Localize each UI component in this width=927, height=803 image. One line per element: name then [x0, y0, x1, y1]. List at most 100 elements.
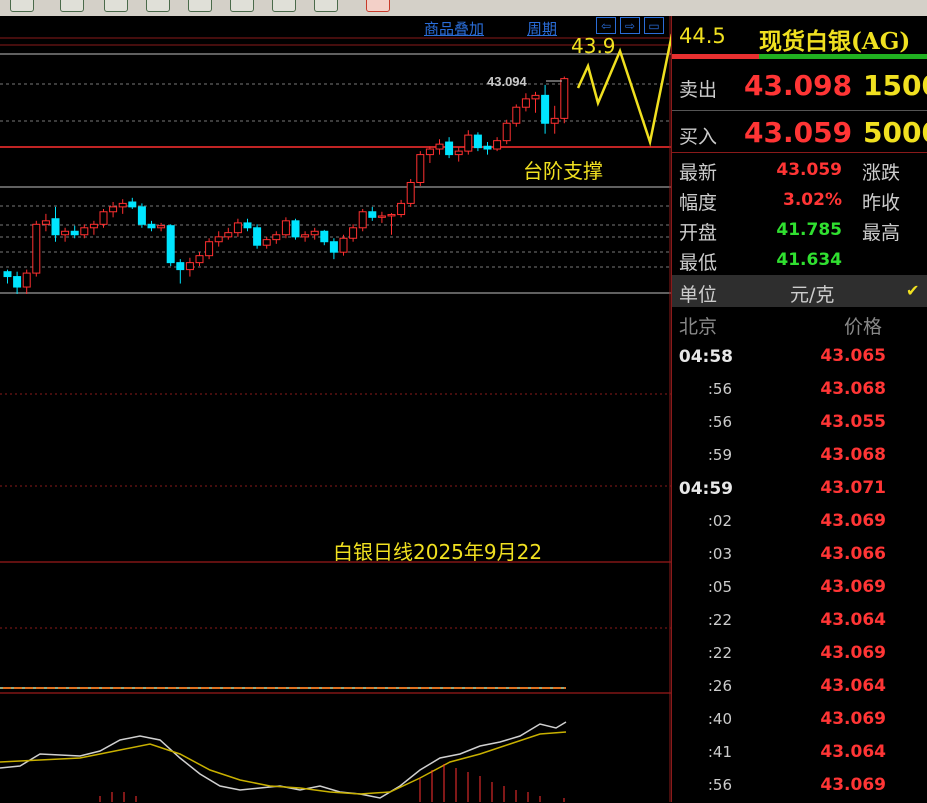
candle-body [243, 222, 252, 229]
tick-time: :56 [707, 776, 732, 794]
candle-body [147, 223, 156, 229]
check-icon[interactable]: ✔ [906, 281, 919, 300]
tick-price: 43.066 [820, 544, 886, 564]
quote-panel: 现货白银(AG) 44.5 卖出 43.098 1500 买入 43.059 5… [671, 16, 927, 802]
tick-price: 43.069 [820, 511, 886, 531]
latest-label: 最新 [679, 162, 718, 184]
tick-time: :56 [707, 380, 732, 398]
candle-body [205, 241, 214, 257]
toolbar-button-3[interactable] [104, 0, 128, 12]
candle-body [416, 154, 425, 183]
tick-row: 04:58 43.065 [672, 341, 927, 374]
candle-body [281, 220, 290, 236]
toolbar-button-1[interactable] [10, 0, 34, 12]
candle-body [387, 214, 396, 217]
tick-price: 43.069 [820, 643, 886, 663]
candle-body [531, 94, 540, 100]
candle-body [320, 230, 329, 243]
annotation-peak-left: 43.9 [571, 34, 616, 58]
layout-button[interactable]: ▭ [644, 17, 664, 34]
candle-body [291, 220, 300, 238]
candle-body [502, 122, 511, 142]
change-label: 涨跌 [862, 162, 901, 184]
candle-body [473, 134, 482, 149]
toolbar-button-5[interactable] [188, 0, 212, 12]
toolbar-button-red[interactable] [366, 0, 390, 12]
candle-body [301, 234, 310, 238]
ask-volume: 1500 [863, 69, 927, 102]
candle-body [99, 211, 108, 225]
candle-body [128, 201, 137, 208]
unit-value: 元/克 [790, 284, 835, 306]
tick-time: :22 [707, 644, 732, 662]
candle-body [214, 236, 223, 243]
candle-body [166, 225, 175, 264]
tick-time: :56 [707, 413, 732, 431]
candle-body [349, 227, 358, 239]
tick-row: :41 43.064 [672, 737, 927, 770]
macd-histogram [99, 764, 565, 802]
candle-body [425, 148, 434, 156]
nav-right-button[interactable]: ⇨ [620, 17, 640, 34]
candle-body [541, 94, 550, 124]
tick-time: :59 [707, 446, 732, 464]
candle-body [80, 227, 89, 236]
candle-body [176, 262, 185, 271]
candle-body [195, 255, 204, 264]
candle-body [483, 145, 492, 150]
toolbar-button-7[interactable] [272, 0, 296, 12]
tick-header-price: 价格 [844, 316, 883, 338]
annotation-support: 台阶支撑 [523, 159, 603, 183]
instrument-title: 现货白银(AG) [759, 28, 911, 55]
candle-body [560, 78, 569, 119]
unit-label: 单位 [679, 284, 718, 306]
low-value: 41.634 [776, 250, 842, 270]
tick-header: 北京 价格 [672, 312, 927, 338]
open-label: 开盘 [679, 222, 718, 244]
ma-line-slow [0, 731, 567, 795]
overlay-menu[interactable]: 商品叠加 [424, 18, 484, 39]
candle-body [454, 150, 463, 156]
candle-body [51, 218, 60, 236]
tick-price: 43.069 [820, 709, 886, 729]
annotation-caption: 白银日线2025年9月22 [333, 540, 543, 564]
tick-row: 04:59 43.071 [672, 473, 927, 506]
period-menu[interactable]: 周期 [527, 18, 557, 39]
tick-row: :02 43.069 [672, 506, 927, 539]
candle-body [118, 202, 127, 208]
tick-price: 43.064 [820, 676, 886, 696]
candle-body [521, 98, 530, 108]
candle-body [137, 206, 146, 225]
candle-body [3, 271, 12, 278]
candlestick-chart[interactable]: 43.094 [0, 16, 671, 802]
tick-price: 43.069 [820, 577, 886, 597]
candle-body [185, 262, 194, 271]
tick-row: :05 43.069 [672, 572, 927, 605]
candle-body [13, 276, 22, 288]
orderbook-divider [672, 110, 927, 111]
bid-row[interactable]: 买入 43.059 5000 [672, 116, 927, 149]
candle-body [310, 230, 319, 236]
toolbar-button-2[interactable] [60, 0, 84, 12]
toolbar-button-4[interactable] [146, 0, 170, 12]
toolbar-button-6[interactable] [230, 0, 254, 12]
high-label: 最高 [862, 222, 901, 244]
tick-row: :03 43.066 [672, 539, 927, 572]
nav-left-button[interactable]: ⇦ [596, 17, 616, 34]
tick-time: :26 [707, 677, 732, 695]
toolbar-button-8[interactable] [314, 0, 338, 12]
bid-volume: 5000 [863, 116, 927, 149]
tick-time: :22 [707, 611, 732, 629]
unit-row[interactable]: 单位 元/克 ✔ [672, 275, 927, 307]
bid-label: 买入 [679, 126, 718, 148]
candle-body [358, 211, 367, 229]
tick-price: 43.055 [820, 412, 886, 432]
range-label: 幅度 [679, 192, 718, 214]
candle-body [493, 140, 502, 150]
low-label: 最低 [679, 252, 718, 274]
prevclose-label: 昨收 [862, 192, 901, 214]
candle-body [224, 232, 233, 238]
tick-price: 43.065 [820, 346, 886, 366]
ask-label: 卖出 [679, 79, 718, 101]
ask-row[interactable]: 卖出 43.098 1500 [672, 69, 927, 102]
